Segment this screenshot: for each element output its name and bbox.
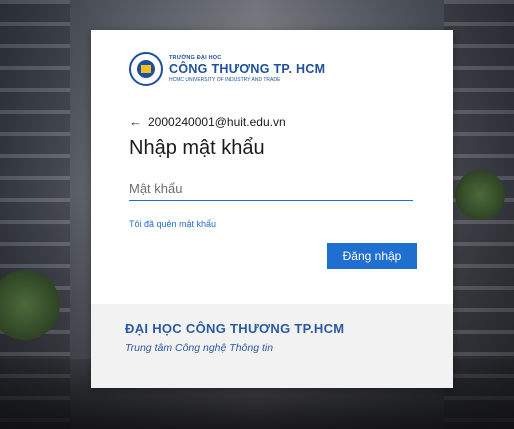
logo-text: TRƯỜNG ĐẠI HỌC CÔNG THƯƠNG TP. HCM HCMC …: [169, 54, 326, 83]
password-input[interactable]: [129, 176, 413, 201]
logo-line2: CÔNG THƯƠNG TP. HCM: [169, 62, 326, 76]
university-logo: TRƯỜNG ĐẠI HỌC CÔNG THƯƠNG TP. HCM HCMC …: [129, 52, 325, 86]
logo-line3: HCMC UNIVERSITY OF INDUSTRY AND TRADE: [169, 76, 281, 83]
sign-in-button[interactable]: Đăng nhập: [327, 243, 417, 269]
account-back[interactable]: ← 2000240001@huit.edu.vn: [129, 114, 286, 129]
logo-line1: TRƯỜNG ĐẠI HỌC: [169, 54, 222, 61]
account-email: 2000240001@huit.edu.vn: [148, 114, 286, 129]
page-title: Nhập mật khẩu: [129, 137, 265, 159]
card-footer: ĐẠI HỌC CÔNG THƯƠNG TP.HCM Trung tâm Côn…: [91, 304, 453, 388]
university-emblem-icon: [129, 52, 163, 86]
forgot-password-link[interactable]: Tôi đã quên mật khẩu: [129, 219, 216, 229]
footer-org-name: ĐẠI HỌC CÔNG THƯƠNG TP.HCM: [125, 321, 345, 336]
back-arrow-icon[interactable]: ←: [129, 114, 142, 129]
tree-right: [455, 170, 505, 220]
login-card: TRƯỜNG ĐẠI HỌC CÔNG THƯƠNG TP. HCM HCMC …: [91, 30, 453, 388]
footer-dept-name: Trung tâm Công nghệ Thông tin: [125, 342, 274, 354]
